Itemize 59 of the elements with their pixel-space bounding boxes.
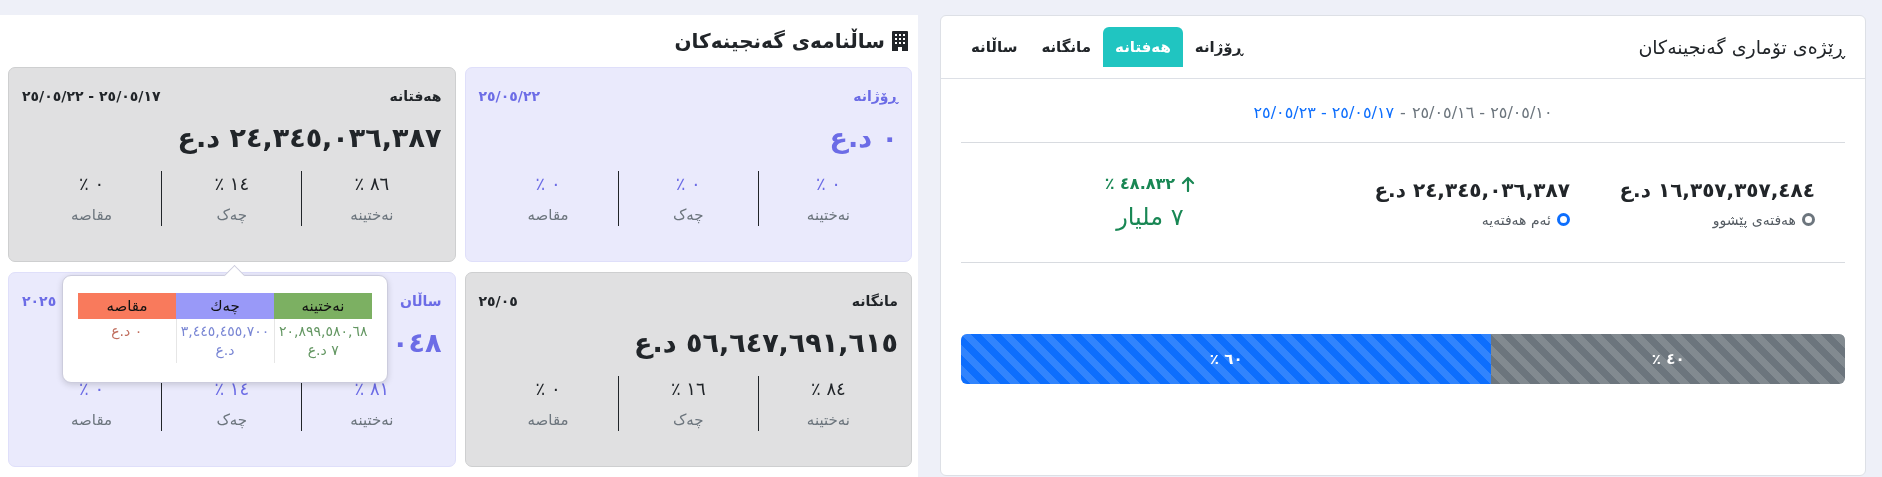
- card-amount: ٠٤٨: [392, 327, 442, 358]
- period-tab[interactable]: ساڵانە: [959, 27, 1030, 67]
- stat-value: ١٦ ٪: [670, 378, 706, 399]
- stat-label: نەختینە: [350, 411, 394, 429]
- stat-label: مقاصە: [527, 411, 569, 429]
- tooltip-header: چەك: [176, 293, 274, 319]
- tooltip-header: نەختینە: [274, 293, 372, 319]
- stat-label: چەک: [216, 411, 248, 429]
- card-amount: ٢٤,٣٤٥,٠٣٦,٣٨٧ د.ع: [177, 122, 442, 153]
- card-date: ٢٠٢٥: [22, 293, 57, 309]
- stat-label: چەک: [672, 411, 704, 429]
- card-date: ٢٥/٠٥/٢٢: [478, 88, 540, 104]
- period-tab[interactable]: ڕۆژانە: [1182, 27, 1255, 67]
- tooltip-value: ٣,٤٤٥,٤٥٥,٧٠٠ د.ع: [176, 319, 274, 363]
- stat-label: مقاصە: [71, 411, 113, 429]
- card-title: ڕۆژانە: [853, 88, 898, 104]
- stat-value: ٠ ٪: [675, 173, 701, 194]
- stat-value: ٨٦ ٪: [354, 173, 390, 194]
- card-date: ٢٥/٠٥/١٧ - ٢٥/٠٥/٢٢: [22, 88, 161, 104]
- tooltip-value: ٢٠,٨٩٩,٥٨٠,٦٨٧ د.ع: [274, 319, 372, 363]
- stat-value: ٨١ ٪: [354, 378, 390, 399]
- stat-label: مقاصە: [527, 206, 569, 224]
- tooltip-value: ٠ د.ع: [78, 319, 176, 363]
- panel-title: ساڵنامەی گەنجینەکان: [674, 29, 885, 53]
- amount-value: ١٦,٣٥٧,٣٥٧,٤٨٤ د.ع: [1619, 177, 1815, 202]
- stat-label: نەختینە: [806, 411, 850, 429]
- amount-value: ٢٤,٣٤٥,٠٣٦,٣٨٧ د.ع: [1374, 177, 1570, 202]
- date-range: ٢٥/٠٥/١٠ - ٢٥/٠٥/١٦: [1411, 103, 1553, 122]
- progress-segment: ٤٠ ٪: [1491, 334, 1845, 384]
- card-title: مانگانە: [851, 293, 898, 309]
- stat-label: نەختینە: [350, 206, 394, 224]
- stat-label: مقاصە: [71, 206, 113, 224]
- period-tab[interactable]: مانگانە: [1029, 27, 1104, 67]
- progress-segment: ٦٠ ٪: [961, 334, 1492, 384]
- card-date: ٢٥/٠٥: [478, 293, 518, 309]
- card-amount: ٠ د.ع: [829, 122, 898, 153]
- building-icon: [892, 31, 908, 51]
- date-separator: -: [1400, 103, 1406, 122]
- stat-value: ٠ ٪: [79, 173, 105, 194]
- stat-value: ٠ ٪: [535, 378, 561, 399]
- stat-value: ٠ ٪: [535, 173, 561, 194]
- card-title: هەفتانە: [389, 88, 442, 104]
- panel-title: ڕێژەی تۆماری گەنجینەکان: [1638, 36, 1845, 58]
- stat-label: نەختینە: [806, 206, 850, 224]
- stat-value: ٠ ٪: [79, 378, 105, 399]
- date-range: ٢٥/٠٥/١٧ - ٢٥/٠٥/٢٣: [1253, 103, 1395, 122]
- stat-value: ٠ ٪: [815, 173, 841, 194]
- legend-label: ئەم هەفتەیە: [1481, 211, 1551, 228]
- stat-label: چەک: [672, 206, 704, 224]
- change-percent: ٤٨.٨٣٢ ٪: [1104, 174, 1175, 193]
- card-title: ساڵان: [400, 293, 442, 309]
- stat-value: ١٤ ٪: [214, 378, 250, 399]
- stat-value: ٨٤ ٪: [811, 378, 846, 399]
- change-amount: ٧ مليار: [1116, 203, 1184, 231]
- legend-label: هەفتەی پێشوو: [1712, 211, 1796, 228]
- tooltip-header: مقاصە: [78, 293, 176, 319]
- stat-value: ١٤ ٪: [214, 173, 250, 194]
- stat-label: چەک: [216, 206, 248, 224]
- card-amount: ٥٦,٦٤٧,٦٩١,٦١٥ د.ع: [634, 327, 898, 358]
